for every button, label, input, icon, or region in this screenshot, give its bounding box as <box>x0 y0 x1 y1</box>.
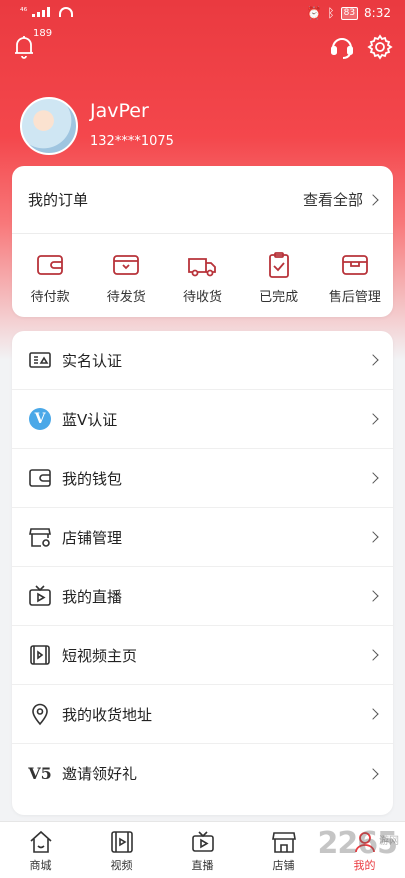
location-pin-icon <box>32 703 48 726</box>
watermark-sub: 游网 <box>379 836 399 847</box>
truck-icon <box>188 258 217 277</box>
menu-item-label: 蓝V认证 <box>62 410 118 429</box>
chevron-right-icon <box>367 413 379 425</box>
view-all-label: 查看全部 <box>302 191 363 209</box>
video-icon <box>30 645 50 665</box>
phone-number: 132****1075 <box>90 134 174 149</box>
tv-icon <box>191 831 214 852</box>
menu-item-store-management[interactable]: 店铺管理 <box>12 508 393 567</box>
order-status-label: 售后管理 <box>328 290 381 305</box>
order-status-pending-payment[interactable]: 待付款 <box>14 250 86 305</box>
id-card-icon <box>29 352 51 368</box>
wallet-icon <box>29 469 51 487</box>
notification-count-badge: 189 <box>33 28 53 39</box>
order-status-pending-shipment[interactable]: 待发货 <box>90 250 162 305</box>
menu-card: 实名认证 V 蓝V认证 我的钱包 店铺管理 我的直播 短视频主页 我的收货地址 … <box>12 331 393 815</box>
box-icon <box>113 255 140 275</box>
tab-label: 直播 <box>191 859 214 872</box>
chevron-right-icon <box>367 708 379 720</box>
chevron-right-icon <box>367 531 379 543</box>
header-actions: 189 <box>0 28 405 64</box>
menu-item-label: 店铺管理 <box>62 528 123 547</box>
chevron-right-icon <box>367 649 379 661</box>
tab-label: 商城 <box>29 859 52 872</box>
menu-item-my-live[interactable]: 我的直播 <box>12 567 393 626</box>
menu-item-wallet[interactable]: 我的钱包 <box>12 449 393 508</box>
menu-item-label: 短视频主页 <box>62 646 138 665</box>
order-status-label: 待付款 <box>30 290 70 305</box>
order-status-pending-receipt[interactable]: 待收货 <box>166 250 238 305</box>
home-icon <box>29 830 52 853</box>
orders-header: 我的订单 查看全部 <box>12 166 393 234</box>
alarm-icon: ⏰ <box>306 6 322 20</box>
chevron-right-icon <box>367 193 379 206</box>
chevron-right-icon <box>367 590 379 602</box>
menu-item-label: 实名认证 <box>62 351 123 370</box>
avatar[interactable] <box>20 97 78 155</box>
clipboard-check-icon <box>268 252 289 278</box>
tab-store[interactable]: 店铺 <box>243 822 324 878</box>
tab-live[interactable]: 直播 <box>162 822 243 878</box>
settings-gear-icon[interactable] <box>367 34 393 60</box>
signal-type-label: ⁴⁶ <box>20 7 28 17</box>
orders-title: 我的订单 <box>28 191 89 209</box>
chevron-right-icon <box>367 767 379 780</box>
menu-item-label: 邀请领好礼 <box>62 765 138 783</box>
tab-label: 视频 <box>110 859 133 872</box>
menu-item-shipping-address[interactable]: 我的收货地址 <box>12 685 393 744</box>
chevron-right-icon <box>367 354 379 366</box>
chevron-right-icon <box>367 472 379 484</box>
shop-icon <box>271 832 296 853</box>
customer-service-icon[interactable] <box>329 34 355 60</box>
tv-play-icon <box>29 585 51 606</box>
bluetooth-icon: ᛒ <box>327 6 335 20</box>
tab-video[interactable]: 视频 <box>81 822 162 878</box>
wifi-icon <box>59 7 74 17</box>
menu-item-short-video-home[interactable]: 短视频主页 <box>12 626 393 685</box>
order-status-row: 待付款 待发货 待收货 已完成 售后管理 <box>12 234 393 305</box>
wallet-icon <box>37 255 63 275</box>
order-status-label: 待收货 <box>182 290 222 305</box>
battery-icon: 83 <box>340 6 359 20</box>
v5-icon: V5 <box>28 764 52 783</box>
order-status-completed[interactable]: 已完成 <box>243 250 315 305</box>
status-bar: ⁴⁶ ⏰ ᛒ 83 8:32 <box>0 0 405 28</box>
view-all-orders-link[interactable]: 查看全部 <box>302 189 379 210</box>
menu-item-label: 我的钱包 <box>62 469 123 488</box>
tab-label: 店铺 <box>272 859 295 872</box>
signal-icon <box>32 7 54 17</box>
menu-item-real-name-verification[interactable]: 实名认证 <box>12 331 393 390</box>
clock-time: 8:32 <box>364 6 391 20</box>
menu-item-invite-gift[interactable]: V5 邀请领好礼 <box>12 744 393 803</box>
menu-item-blue-v-verification[interactable]: V 蓝V认证 <box>12 390 393 449</box>
menu-item-label: 我的收货地址 <box>62 705 153 724</box>
blue-v-icon: V <box>29 408 51 430</box>
username: JavPer <box>90 100 149 122</box>
orders-card: 我的订单 查看全部 待付款 待发货 待收货 已完成 售后管理 <box>12 166 393 317</box>
order-status-label: 已完成 <box>259 290 299 305</box>
order-status-after-sales[interactable]: 售后管理 <box>319 250 391 305</box>
menu-item-label: 我的直播 <box>62 587 123 606</box>
film-icon <box>110 831 133 853</box>
tab-mall[interactable]: 商城 <box>0 822 81 878</box>
store-settings-icon <box>29 528 51 547</box>
return-box-icon <box>341 255 368 275</box>
order-status-label: 待发货 <box>106 290 146 305</box>
